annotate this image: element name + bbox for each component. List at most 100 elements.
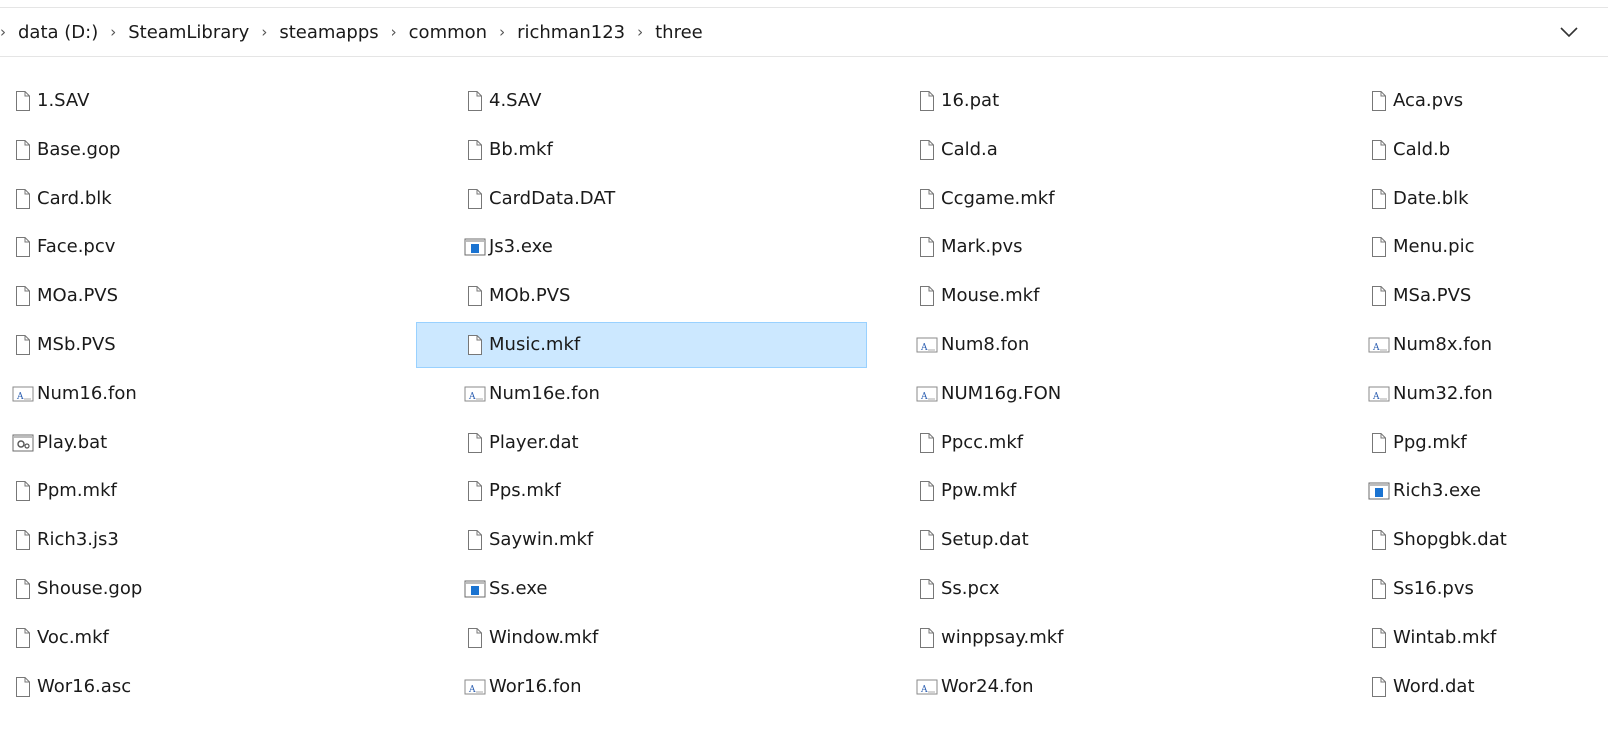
chevron-right-icon[interactable]: ›: [383, 23, 405, 41]
file-item[interactable]: Voc.mkf: [11, 615, 431, 661]
file-item[interactable]: Ss.exe: [463, 566, 883, 612]
file-item[interactable]: Ppm.mkf: [11, 468, 431, 514]
file-item[interactable]: Ccgame.mkf: [915, 176, 1335, 222]
svg-text:A: A: [16, 392, 24, 402]
font-icon: A: [11, 382, 35, 406]
file-item[interactable]: A Num16.fon: [11, 371, 431, 417]
file-item[interactable]: Shouse.gop: [11, 566, 431, 612]
breadcrumb-item[interactable]: richman123: [513, 20, 629, 45]
file-item[interactable]: A Num32.fon: [1367, 371, 1608, 417]
svg-text:A: A: [920, 392, 928, 402]
file-item[interactable]: Menu.pic: [1367, 224, 1608, 270]
breadcrumb-item[interactable]: data (D:): [14, 20, 102, 45]
file-item[interactable]: Ppw.mkf: [915, 468, 1335, 514]
file-item[interactable]: Aca.pvs: [1367, 78, 1608, 124]
file-item[interactable]: Ss.pcx: [915, 566, 1335, 612]
file-item[interactable]: 16.pat: [915, 78, 1335, 124]
svg-text:A: A: [468, 392, 476, 402]
file-item[interactable]: Saywin.mkf: [463, 517, 883, 563]
file-item[interactable]: Cald.a: [915, 127, 1335, 173]
file-item[interactable]: Word.dat: [1367, 664, 1608, 710]
file-item[interactable]: A NUM16g.FON: [915, 371, 1335, 417]
file-item[interactable]: Wor16.asc: [11, 664, 431, 710]
file-item[interactable]: CardData.DAT: [463, 176, 883, 222]
file-item[interactable]: Play.bat: [11, 420, 431, 466]
file-icon: [463, 89, 487, 113]
file-name: Bb.mkf: [489, 139, 553, 160]
svg-text:A: A: [920, 343, 928, 353]
file-item[interactable]: Mark.pvs: [915, 224, 1335, 270]
batch-icon: [11, 431, 35, 455]
file-item[interactable]: Base.gop: [11, 127, 431, 173]
file-name: 1.SAV: [37, 90, 90, 111]
svg-text:A: A: [1372, 343, 1380, 353]
file-item[interactable]: Rich3.exe: [1367, 468, 1608, 514]
file-item[interactable]: Rich3.js3: [11, 517, 431, 563]
file-name: Cald.b: [1393, 139, 1451, 160]
file-item[interactable]: A Num8x.fon: [1367, 322, 1608, 368]
file-item[interactable]: Window.mkf: [463, 615, 883, 661]
chevron-right-icon[interactable]: ›: [491, 23, 513, 41]
chevron-right-icon[interactable]: ›: [629, 23, 651, 41]
file-icon: [11, 284, 35, 308]
file-name: Ppg.mkf: [1393, 432, 1467, 453]
file-item[interactable]: Shopgbk.dat: [1367, 517, 1608, 563]
exe-icon: [463, 235, 487, 259]
breadcrumb-item[interactable]: common: [405, 20, 491, 45]
file-item[interactable]: Ss16.pvs: [1367, 566, 1608, 612]
address-bar[interactable]: › data (D:) › SteamLibrary › steamapps › common…: [0, 7, 1608, 57]
file-item[interactable]: Player.dat: [463, 420, 883, 466]
file-item[interactable]: A Num8.fon: [915, 322, 1335, 368]
file-item[interactable]: Ppg.mkf: [1367, 420, 1608, 466]
file-item[interactable]: A Num16e.fon: [463, 371, 883, 417]
breadcrumb-item[interactable]: steamapps: [275, 20, 382, 45]
file-icon: [1367, 528, 1391, 552]
file-item[interactable]: A Wor24.fon: [915, 664, 1335, 710]
file-name: Card.blk: [37, 188, 112, 209]
breadcrumb-item[interactable]: SteamLibrary: [124, 20, 253, 45]
file-name: 4.SAV: [489, 90, 542, 111]
file-icon: [1367, 431, 1391, 455]
file-item[interactable]: MOa.PVS: [11, 273, 431, 319]
file-item[interactable]: 1.SAV: [11, 78, 431, 124]
file-item[interactable]: Music.mkf: [416, 322, 867, 368]
file-item[interactable]: Js3.exe: [463, 224, 883, 270]
file-item[interactable]: Cald.b: [1367, 127, 1608, 173]
file-item[interactable]: MSa.PVS: [1367, 273, 1608, 319]
file-name: Play.bat: [37, 432, 108, 453]
file-item[interactable]: Pps.mkf: [463, 468, 883, 514]
breadcrumb-item[interactable]: three: [651, 20, 707, 45]
file-name: Rich3.js3: [37, 529, 119, 550]
file-name: Ppcc.mkf: [941, 432, 1024, 453]
font-icon: A: [1367, 382, 1391, 406]
file-name: Wor24.fon: [941, 676, 1034, 697]
file-item[interactable]: MOb.PVS: [463, 273, 883, 319]
file-item[interactable]: Wintab.mkf: [1367, 615, 1608, 661]
file-name: Base.gop: [37, 139, 121, 160]
file-item[interactable]: MSb.PVS: [11, 322, 431, 368]
chevron-right-icon[interactable]: ›: [0, 23, 14, 41]
chevron-down-icon[interactable]: [1556, 19, 1582, 45]
file-name: Ss.exe: [489, 578, 548, 599]
font-icon: A: [915, 675, 939, 699]
file-item[interactable]: Mouse.mkf: [915, 273, 1335, 319]
file-name: Voc.mkf: [37, 627, 109, 648]
chevron-right-icon[interactable]: ›: [102, 23, 124, 41]
file-item[interactable]: A Wor16.fon: [463, 664, 883, 710]
file-name: Wor16.asc: [37, 676, 132, 697]
chevron-right-icon[interactable]: ›: [253, 23, 275, 41]
file-item[interactable]: Card.blk: [11, 176, 431, 222]
file-name: Shopgbk.dat: [1393, 529, 1507, 550]
file-item[interactable]: Setup.dat: [915, 517, 1335, 563]
file-item[interactable]: Bb.mkf: [463, 127, 883, 173]
file-icon: [915, 235, 939, 259]
file-icon: [11, 333, 35, 357]
font-icon: A: [915, 382, 939, 406]
file-item[interactable]: 4.SAV: [463, 78, 883, 124]
font-icon: A: [915, 333, 939, 357]
file-name: Saywin.mkf: [489, 529, 594, 550]
file-item[interactable]: Ppcc.mkf: [915, 420, 1335, 466]
file-item[interactable]: Face.pcv: [11, 224, 431, 270]
file-item[interactable]: winppsay.mkf: [915, 615, 1335, 661]
file-item[interactable]: Date.blk: [1367, 176, 1608, 222]
